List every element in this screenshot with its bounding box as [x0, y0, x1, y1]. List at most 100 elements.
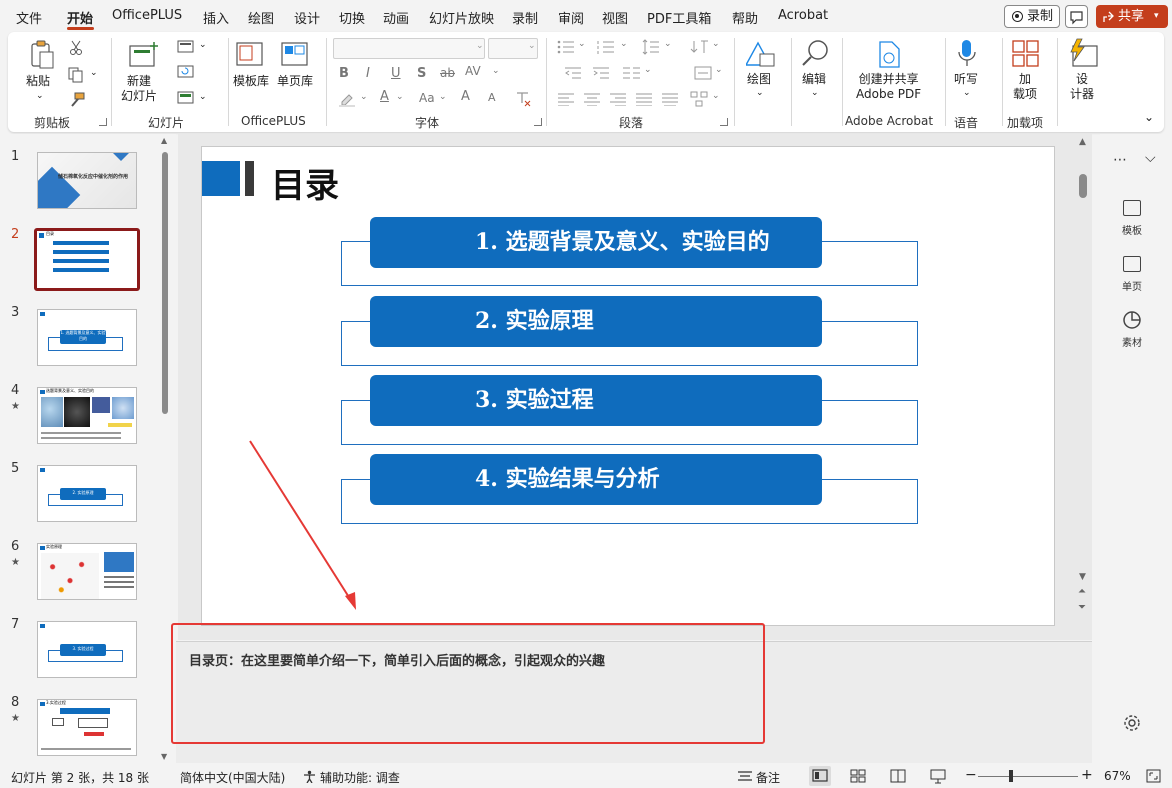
main-scrollbar-thumb[interactable]	[1079, 174, 1087, 198]
char-spacing-button[interactable]: AV	[465, 64, 481, 78]
collapse-panel-chevron-icon[interactable]: ⌵	[1145, 150, 1156, 166]
italic-button[interactable]: I	[366, 66, 370, 81]
zoom-slider-thumb[interactable]	[1009, 770, 1013, 782]
columns-chevron-icon[interactable]: ⌄	[644, 65, 652, 75]
justify-icon[interactable]	[635, 92, 653, 106]
font-launcher-icon[interactable]	[534, 118, 542, 126]
more-options-icon[interactable]: ⋯	[1113, 152, 1128, 168]
reset-icon[interactable]	[177, 65, 195, 79]
increase-indent-icon[interactable]	[592, 66, 610, 80]
share-button[interactable]: 共享 ▾	[1096, 5, 1168, 28]
align-text-chevron-icon[interactable]: ⌄	[715, 65, 723, 75]
create-pdf-label[interactable]: 创建并共享 Adobe PDF	[856, 72, 921, 102]
single-page-library-icon[interactable]	[281, 42, 309, 68]
notes-toggle-label[interactable]: 备注	[756, 769, 780, 786]
layout-chevron-icon[interactable]: ⌄	[199, 38, 207, 53]
columns-icon[interactable]	[622, 66, 642, 80]
single-page-label[interactable]: 单页	[1112, 278, 1152, 293]
increase-font-button[interactable]: A	[461, 89, 470, 104]
zoom-slider-track[interactable]	[978, 776, 1078, 777]
zoom-out-icon[interactable]: −	[965, 767, 977, 783]
material-icon[interactable]	[1122, 310, 1142, 330]
material-label[interactable]: 素材	[1112, 334, 1152, 349]
microphone-icon[interactable]	[957, 39, 977, 69]
clear-formatting-icon[interactable]	[514, 91, 532, 107]
smartart-icon[interactable]	[690, 91, 708, 107]
bold-button[interactable]: B	[339, 66, 349, 81]
slide-thumbnail-3[interactable]: 1. 选题背景及意义、实验目的	[37, 309, 137, 366]
decrease-font-button[interactable]: A	[488, 91, 496, 104]
cut-icon[interactable]	[69, 40, 83, 56]
new-slide-icon[interactable]	[128, 40, 160, 70]
strikethrough-button[interactable]: ab	[440, 66, 455, 80]
settings-gear-icon[interactable]	[1123, 714, 1141, 732]
bullets-icon[interactable]	[557, 40, 575, 54]
slide-thumbnail-1[interactable]: 储石棉氧化反应中催化剂的作用	[37, 152, 137, 209]
reading-view-icon[interactable]	[890, 769, 906, 783]
template-library-icon[interactable]	[236, 42, 264, 68]
font-color-button[interactable]: A	[380, 89, 389, 104]
main-scroll-up-icon[interactable]: ▲	[1079, 137, 1086, 147]
menu-record[interactable]: 录制	[512, 8, 538, 27]
align-right-icon[interactable]	[609, 92, 627, 106]
editing-label[interactable]: 编辑	[802, 72, 826, 87]
slideshow-icon[interactable]	[930, 769, 946, 784]
slide-thumbnail-8[interactable]: 3.实验过程	[37, 699, 137, 756]
underline-button[interactable]: U	[391, 66, 401, 81]
align-center-icon[interactable]	[583, 92, 601, 106]
slide-sorter-icon[interactable]	[850, 769, 866, 783]
copy-chevron-icon[interactable]: ⌄	[90, 66, 98, 81]
menu-officeplus[interactable]: OfficePLUS	[112, 8, 182, 23]
addins-icon[interactable]	[1012, 40, 1040, 68]
menu-help[interactable]: 帮助	[732, 8, 758, 27]
designer-label[interactable]: 设 计器	[1070, 72, 1094, 102]
designer-icon[interactable]	[1067, 38, 1099, 68]
decrease-indent-icon[interactable]	[564, 66, 582, 80]
menu-insert[interactable]: 插入	[203, 8, 229, 27]
smartart-chevron-icon[interactable]: ⌄	[712, 91, 720, 101]
record-button[interactable]: 录制	[1004, 5, 1060, 28]
menu-pdf-toolbox[interactable]: PDF工具箱	[647, 8, 711, 27]
drawing-chevron-icon[interactable]: ⌄	[756, 86, 764, 101]
paste-label[interactable]: 粘贴	[26, 74, 50, 89]
dictate-chevron-icon[interactable]: ⌄	[963, 86, 971, 101]
toc-item-2[interactable]: 2. 实验原理	[370, 296, 822, 347]
single-page-library-label[interactable]: 单页库	[277, 74, 313, 89]
font-name-chevron-icon[interactable]: ⌄	[476, 39, 484, 54]
main-scroll-down-icon[interactable]: ▼	[1079, 572, 1086, 582]
template-icon[interactable]	[1123, 200, 1141, 216]
numbering-chevron-icon[interactable]: ⌄	[620, 39, 628, 49]
new-slide-label[interactable]: 新建 幻灯片	[121, 74, 157, 104]
scroll-up-icon[interactable]: ▲	[161, 136, 167, 145]
dictate-label[interactable]: 听写	[954, 72, 978, 87]
char-spacing-chevron-icon[interactable]: ⌄	[492, 66, 500, 76]
bullets-chevron-icon[interactable]: ⌄	[578, 39, 586, 49]
slide-title[interactable]: 目录	[271, 158, 339, 207]
line-spacing-chevron-icon[interactable]: ⌄	[664, 39, 672, 49]
numbering-icon[interactable]	[597, 40, 615, 54]
text-direction-chevron-icon[interactable]: ⌄	[712, 39, 720, 49]
fit-to-window-icon[interactable]	[1146, 769, 1161, 783]
editing-search-icon[interactable]	[801, 38, 831, 68]
distributed-icon[interactable]	[661, 92, 679, 106]
single-page-icon[interactable]	[1123, 256, 1141, 272]
template-library-label[interactable]: 模板库	[233, 74, 269, 89]
addins-label[interactable]: 加 载项	[1013, 72, 1037, 102]
menu-file[interactable]: 文件	[16, 8, 42, 27]
menu-review[interactable]: 审阅	[558, 8, 584, 27]
paragraph-launcher-icon[interactable]	[720, 118, 728, 126]
toc-item-1[interactable]: 1. 选题背景及意义、实验目的	[370, 217, 822, 268]
language-status[interactable]: 简体中文(中国大陆)	[180, 769, 285, 786]
highlight-chevron-icon[interactable]: ⌄	[360, 92, 368, 102]
slide-thumbnail-2[interactable]: 目录	[34, 228, 140, 291]
menu-transitions[interactable]: 切换	[339, 8, 365, 27]
drawing-icon[interactable]	[746, 40, 776, 70]
change-case-button[interactable]: Aa	[419, 91, 435, 105]
menu-home[interactable]: 开始	[67, 8, 93, 27]
previous-slide-icon[interactable]: ⏶	[1078, 587, 1086, 597]
slide-thumbnail-6[interactable]: 实验原理	[37, 543, 137, 600]
paste-chevron-icon[interactable]: ⌄	[36, 89, 44, 104]
drawing-label[interactable]: 绘图	[747, 72, 771, 87]
text-direction-icon[interactable]	[690, 39, 710, 55]
zoom-in-icon[interactable]: +	[1081, 767, 1093, 783]
